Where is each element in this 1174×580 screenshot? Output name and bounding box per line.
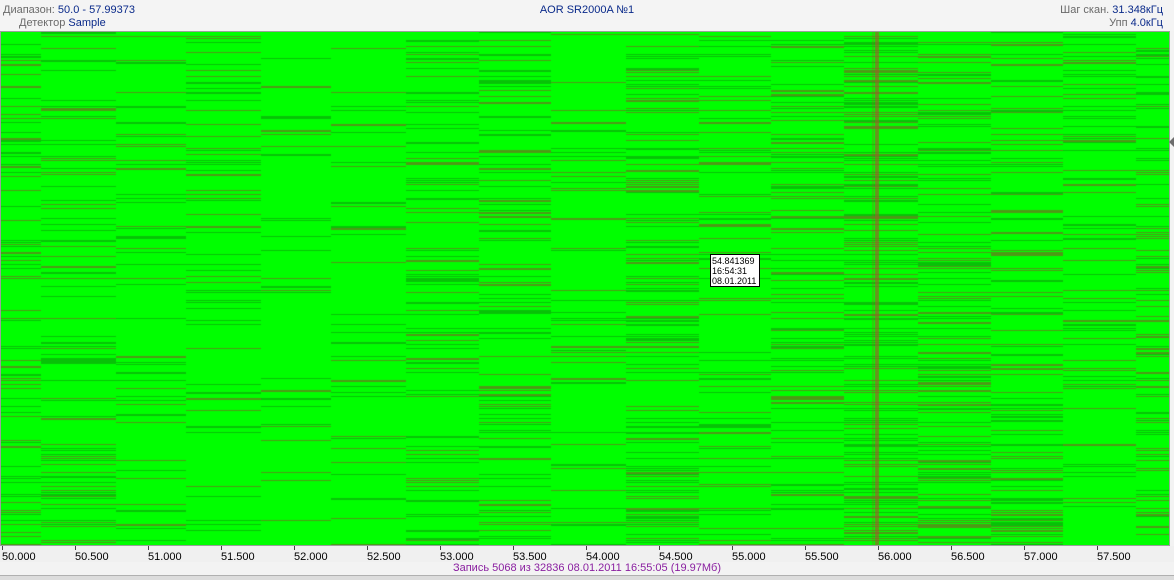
tooltip-time: 16:54:31 [712, 266, 748, 276]
axis-tick [805, 546, 806, 550]
ipp-info: Упп 4.0кГц [1109, 17, 1163, 29]
axis-tick [732, 546, 733, 550]
waterfall-display[interactable] [1, 32, 1169, 545]
device-title: AOR SR2000A №1 [539, 4, 635, 16]
scroll-position-marker-icon[interactable] [1169, 137, 1174, 147]
detector-label: Детектор [19, 17, 66, 29]
axis-tick [1024, 546, 1025, 550]
spectrum-waterfall-window: Диапазон: 50.0 - 57.99373 Детектор Sampl… [0, 0, 1174, 580]
axis-tick [659, 546, 660, 550]
scan-step-value: 31.348кГц [1112, 4, 1163, 16]
axis-tick [221, 546, 222, 550]
axis-tick [148, 546, 149, 550]
axis-tick [367, 546, 368, 550]
axis-tick [294, 546, 295, 550]
axis-tick [75, 546, 76, 550]
axis-tick [878, 546, 879, 550]
tooltip-frequency: 54.841369 [712, 256, 755, 266]
axis-tick [513, 546, 514, 550]
cursor-tooltip: 54.841369 16:54:31 08.01.2011 [710, 254, 760, 287]
ipp-value: 4.0кГц [1130, 17, 1163, 29]
axis-tick [586, 546, 587, 550]
detector-info: Детектор Sample [19, 17, 106, 29]
axis-tick [951, 546, 952, 550]
status-bar [0, 575, 1174, 580]
scan-step-label: Шаг скан. [1060, 4, 1110, 16]
scan-step-info: Шаг скан. 31.348кГц [1060, 4, 1163, 16]
tooltip-date: 08.01.2011 [712, 276, 757, 286]
ipp-label: Упп [1109, 17, 1128, 29]
detector-value: Sample [68, 17, 106, 29]
axis-tick [1097, 546, 1098, 550]
axis-tick [2, 546, 3, 550]
record-status: Запись 5068 из 32836 08.01.2011 16:55:05… [452, 562, 722, 574]
frequency-axis: 50.000 50.500 51.000 51.500 52.000 52.500 53.0… [0, 546, 1174, 563]
axis-tick [440, 546, 441, 550]
info-header: Диапазон: 50.0 - 57.99373 Детектор Sampl… [0, 0, 1174, 31]
